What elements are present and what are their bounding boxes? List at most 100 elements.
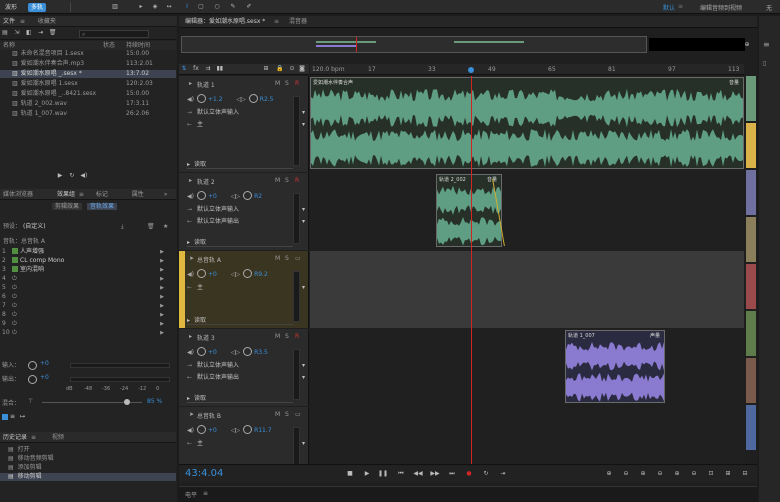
razor-tool-icon[interactable]: ◈ — [150, 2, 160, 12]
volume-knob[interactable] — [196, 94, 206, 103]
zoom-track-icon[interactable]: ⊞ — [723, 469, 733, 479]
track-output-select[interactable]: ← 默认立体声输出 ▾ — [187, 217, 305, 226]
mute-button[interactable]: M — [275, 255, 280, 262]
sync-icon[interactable]: ⇅ — [179, 64, 189, 74]
eq-icon[interactable]: ▮▮ — [215, 64, 225, 74]
effect-slot[interactable]: 3 室内混响 ▶ — [0, 266, 176, 274]
bus-monitor-icon[interactable]: ▭ — [295, 255, 301, 262]
pan-knob[interactable] — [248, 94, 258, 103]
track-expand-icon[interactable]: ➤ — [189, 255, 194, 262]
track-header[interactable]: ▸ 轨道 3 M S R ◀) +0 ◁▷ R3.5 → 默认立体声输入 ▾ ← 默认立体声输出 ▾ ▸ 读取 — [179, 329, 309, 406]
bars-icon[interactable]: ▥ — [110, 2, 120, 12]
output-gain-knob[interactable] — [28, 375, 37, 384]
lasso-tool-icon[interactable]: ○ — [212, 2, 222, 12]
spot-heal-tool-icon[interactable]: ✐ — [244, 2, 254, 12]
import-icon[interactable]: ⇲ — [12, 28, 22, 38]
panel-menu-icon[interactable]: ≡ — [203, 490, 208, 497]
clip-volume-label[interactable]: 声量 — [650, 332, 660, 339]
palette-swatch[interactable] — [746, 358, 756, 403]
move-tool-icon[interactable]: ▸ — [136, 2, 146, 12]
file-list-item[interactable]: ▥ 未命名混音项目 1.sesx 15:0.00 — [0, 50, 176, 58]
record-arm-button[interactable]: R — [295, 333, 299, 340]
tab-files[interactable]: 文件 — [3, 18, 15, 25]
panel-menu-icon[interactable]: ≡ — [274, 16, 279, 28]
file-list-item[interactable]: ▥ 爱如潮水原唱 _.sesx * 13:7.02 — [0, 70, 176, 78]
slot-power-icon[interactable]: ⏻ — [12, 275, 17, 282]
track-expand-icon[interactable]: ▸ — [189, 333, 192, 340]
volume-knob[interactable] — [196, 425, 206, 434]
effect-slot[interactable]: 4 ⏻ ▶ — [0, 275, 176, 283]
track-name[interactable]: 总音轨 A — [197, 255, 221, 264]
tab-media-browser[interactable]: 媒体浏览器 — [3, 191, 33, 198]
power-icon[interactable] — [2, 414, 8, 420]
record-arm-button[interactable]: R — [295, 177, 299, 184]
effect-slot[interactable]: 9 ⏻ ▶ — [0, 320, 176, 328]
palette-swatch[interactable] — [746, 123, 756, 168]
new-file-icon[interactable]: ◧ — [24, 28, 34, 38]
clip-volume-label[interactable]: 音量 — [729, 79, 739, 86]
sends-icon[interactable]: ⇉ — [203, 64, 213, 74]
subtab-track-effects[interactable]: 音轨效果 — [86, 203, 117, 210]
workspace-menu-icon[interactable]: ≡ — [678, 3, 683, 10]
col-duration[interactable]: 持续时间 — [126, 41, 150, 50]
automation-mode-select[interactable]: ▸ 读取 — [187, 316, 293, 325]
zoom-out-full-icon[interactable]: ⊖ — [689, 469, 699, 479]
volume-value[interactable]: +0 — [208, 349, 217, 356]
time-selection-tool-icon[interactable]: I — [182, 2, 192, 12]
palette-swatch[interactable] — [746, 217, 756, 262]
track-output-select[interactable]: ← 默认立体声输出 ▾ — [187, 373, 305, 382]
pause-icon[interactable]: ❚❚ — [378, 469, 388, 479]
workspace-cut[interactable]: 无 — [766, 3, 772, 12]
mix-slider-thumb[interactable] — [124, 399, 130, 405]
history-item[interactable]: ▤ 移动音频剪辑 — [0, 455, 176, 463]
slot-power-icon[interactable]: ⏻ — [12, 284, 17, 291]
track-lane[interactable]: 轨道 1_007 声量 — [310, 329, 744, 406]
palette-swatch[interactable] — [746, 311, 756, 356]
file-list-item[interactable]: ▥ 轨道 1_007.wav 26:2.06 — [0, 110, 176, 118]
track-expand-icon[interactable]: ➤ — [189, 411, 194, 418]
tab-markers[interactable]: 标记 — [96, 191, 108, 198]
volume-value[interactable]: +0 — [208, 193, 217, 200]
effect-slot[interactable]: 8 ⏻ ▶ — [0, 311, 176, 319]
tab-effects-rack[interactable]: 效果组 — [57, 191, 75, 198]
slot-power-icon[interactable]: ⏻ — [12, 329, 17, 336]
pan-value[interactable]: R9.2 — [254, 271, 268, 278]
waveform-view-tab[interactable]: 波形 — [2, 3, 20, 12]
track-header[interactable]: ▸ 轨道 2 M S R ◀) +0 ◁▷ R2 → 默认立体声输入 ▾ ← 默认立体声输出 ▾ ▸ 读取 — [179, 173, 309, 250]
solo-button[interactable]: S — [285, 255, 289, 262]
insert-icon[interactable]: ⇥ — [36, 28, 46, 38]
track-name[interactable]: 轨道 2 — [197, 177, 215, 186]
zoom-in-amp-icon[interactable]: ⊕ — [604, 469, 614, 479]
record-arm-button[interactable]: R — [295, 80, 299, 87]
fx-icon[interactable]: fx — [191, 64, 201, 74]
slot-menu-icon[interactable]: ▶ — [160, 329, 164, 337]
col-status[interactable]: 状态 — [103, 41, 115, 50]
tab-properties[interactable]: 属性 — [132, 191, 144, 198]
effect-slot[interactable]: 5 ⏻ ▶ — [0, 284, 176, 292]
slot-power-icon[interactable]: ⏻ — [12, 311, 17, 318]
brush-tool-icon[interactable]: ✎ — [228, 2, 238, 12]
pan-value[interactable]: R2.5 — [260, 96, 274, 103]
slot-power-icon[interactable]: ⏻ — [12, 293, 17, 300]
tab-favorites[interactable]: 收藏夹 — [38, 18, 56, 25]
zoom-reset-icon[interactable]: ⊟ — [740, 469, 750, 479]
file-list-item[interactable]: ▥ 爱如潮水伴奏合声.mp3 113:2.01 — [0, 60, 176, 68]
volume-knob[interactable] — [196, 191, 206, 200]
delete-icon[interactable]: 🗑 — [48, 28, 58, 38]
pan-knob[interactable] — [243, 347, 253, 356]
rewind-icon[interactable]: ◀◀ — [413, 469, 423, 479]
slot-menu-icon[interactable]: ▶ — [160, 275, 164, 283]
track-header[interactable]: ➤ 总音轨 A M S ▭ ◀) +0 ◁▷ R9.2 ← 主 ▾ ▸ 读取 — [179, 251, 309, 328]
apply-icon[interactable]: ↦ — [20, 413, 25, 420]
pan-value[interactable]: R3.5 — [254, 349, 268, 356]
mute-button[interactable]: M — [275, 177, 280, 184]
to-start-icon[interactable]: ⏮ — [396, 469, 406, 479]
overview-bar[interactable] — [181, 36, 647, 53]
track-output-select[interactable]: ← 主 ▾ — [187, 120, 305, 129]
slot-power-icon[interactable] — [12, 266, 18, 272]
preview-play-icon[interactable]: ▶ — [55, 171, 65, 181]
track-lane[interactable]: 爱如潮水伴奏合声 音量 — [310, 76, 744, 172]
track-output-select[interactable]: ← 主 ▾ — [187, 283, 305, 292]
slot-menu-icon[interactable]: ▶ — [160, 266, 164, 274]
track-name[interactable]: 总音轨 B — [197, 411, 221, 420]
